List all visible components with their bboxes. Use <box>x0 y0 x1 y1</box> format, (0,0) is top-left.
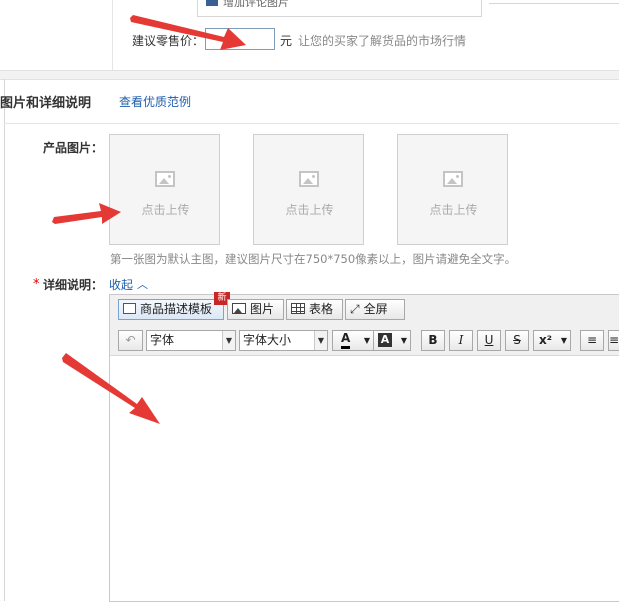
section-left-border <box>4 79 5 601</box>
insert-table-button[interactable]: 表格 <box>286 299 343 320</box>
bold-button[interactable]: B <box>421 330 445 351</box>
image-placeholder-icon <box>299 171 319 187</box>
editor-content-area[interactable] <box>110 356 619 601</box>
section-separator <box>0 70 619 80</box>
collapse-link[interactable]: 收起 <box>109 276 133 293</box>
strikethrough-button[interactable]: S <box>505 330 529 351</box>
font-size-select[interactable]: 字体大小 ▼ <box>239 330 328 351</box>
currency-unit: 元 <box>280 34 293 48</box>
chevron-up-icon[interactable]: ︿ <box>137 276 148 292</box>
font-color-button[interactable]: A ▼ <box>332 330 374 351</box>
divider <box>112 0 113 70</box>
superscript-button[interactable]: x² ▼ <box>533 330 571 351</box>
dropdown-arrow-icon: ▼ <box>363 336 370 345</box>
italic-button[interactable]: I <box>449 330 473 351</box>
dropdown-arrow-icon: ▼ <box>560 336 567 345</box>
dropdown-arrow-icon: ▼ <box>222 331 235 350</box>
upload-text: 点击上传 <box>141 203 190 217</box>
section-title: 图片和详细说明 <box>0 96 92 111</box>
table-icon <box>291 303 305 314</box>
undo-button[interactable]: ↶ <box>118 330 143 351</box>
upload-slot-2[interactable]: 点击上传 <box>253 134 364 245</box>
image-label: 图片 <box>250 302 275 316</box>
font-family-select[interactable]: 字体 ▼ <box>146 330 236 351</box>
view-examples-link[interactable]: 查看优质范例 <box>119 93 191 110</box>
superscript-icon: x² <box>539 333 552 347</box>
upload-slot-3[interactable]: 点击上传 <box>397 134 508 245</box>
description-template-button[interactable]: 商品描述模板 <box>118 299 224 320</box>
fullscreen-button[interactable]: ⤢ 全屏 <box>345 299 405 320</box>
font-size-value: 字体大小 <box>243 333 292 347</box>
retail-price-hint: 让您的买家了解货品的市场行情 <box>298 34 467 48</box>
checkbox-icon[interactable] <box>206 0 218 6</box>
align-left-button[interactable]: ≡ <box>580 330 604 351</box>
font-color-icon: A <box>341 331 351 349</box>
insert-image-button[interactable]: 图片 <box>227 299 284 320</box>
previous-field-box-right <box>489 0 619 4</box>
required-mark: * <box>33 277 40 292</box>
image-size-hint: 第一张图为默认主图，建议图片尺寸在750*750像素以上，图片请避免全文字。 <box>110 252 517 266</box>
dropdown-arrow-icon: ▼ <box>314 331 327 350</box>
image-placeholder-icon <box>443 171 463 187</box>
upload-text: 点击上传 <box>285 203 334 217</box>
font-family-value: 字体 <box>150 333 175 347</box>
underline-button[interactable]: U <box>477 330 501 351</box>
background-color-button[interactable]: A ▼ <box>373 330 411 351</box>
detail-description-label: 详细说明： <box>43 278 104 292</box>
product-images-label: 产品图片： <box>43 141 104 155</box>
table-label: 表格 <box>309 302 334 316</box>
fullscreen-label: 全屏 <box>363 302 388 316</box>
retail-price-input[interactable] <box>205 28 275 50</box>
dropdown-arrow-icon: ▼ <box>400 336 407 345</box>
image-placeholder-icon <box>155 171 175 187</box>
upload-text: 点击上传 <box>429 203 478 217</box>
expand-icon: ⤢ <box>350 301 360 316</box>
template-label: 商品描述模板 <box>140 302 213 316</box>
template-icon <box>123 303 136 314</box>
previous-field-text: 增加评论图片 <box>223 0 289 7</box>
image-icon <box>232 303 246 314</box>
align-center-button[interactable]: ≡ <box>608 330 619 351</box>
background-color-icon: A <box>378 333 392 347</box>
retail-price-label: 建议零售价： <box>132 34 205 48</box>
section-divider <box>4 123 619 124</box>
upload-slot-1[interactable]: 点击上传 <box>109 134 220 245</box>
